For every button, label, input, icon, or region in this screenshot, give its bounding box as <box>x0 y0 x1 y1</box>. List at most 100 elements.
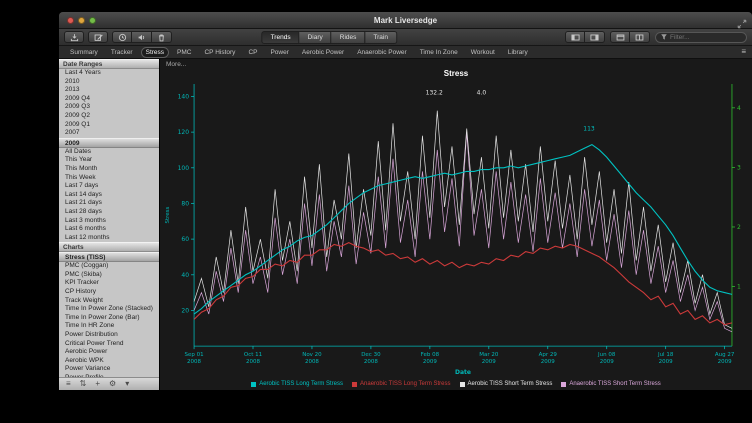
view-tab-rides[interactable]: Rides <box>332 31 366 44</box>
tiled-view-button[interactable] <box>630 31 650 43</box>
more-options-icon[interactable]: ▾ <box>125 380 129 388</box>
tab-power[interactable]: Power <box>265 47 293 58</box>
sidebar-item-aerobic-power[interactable]: Aerobic Power <box>59 348 159 357</box>
svg-text:40: 40 <box>181 272 189 279</box>
sidebar-item-2009-q3[interactable]: 2009 Q3 <box>59 103 159 112</box>
sidebar-item-power-distribution[interactable]: Power Distribution <box>59 331 159 340</box>
tab-summary[interactable]: Summary <box>65 47 103 58</box>
trash-icon <box>157 33 166 42</box>
tab-workout[interactable]: Workout <box>466 47 500 58</box>
minimize-button[interactable] <box>78 17 85 24</box>
chart-title: Stress <box>160 69 752 80</box>
fullscreen-icon[interactable] <box>737 16 747 26</box>
more-button[interactable]: More... <box>166 61 186 68</box>
sidebar-section-date-ranges[interactable]: Date Ranges <box>59 59 159 69</box>
tab-tracker[interactable]: Tracker <box>106 47 138 58</box>
view-switcher: TrendsDiaryRidesTrain <box>262 31 397 44</box>
clock-icon <box>118 33 127 42</box>
tab-anaerobic-power[interactable]: Anaerobic Power <box>352 47 412 58</box>
filter-field[interactable] <box>655 32 747 43</box>
sidebar-item-time-in-hr-zone[interactable]: Time In HR Zone <box>59 322 159 331</box>
sidebar-item-2007[interactable]: 2007 <box>59 129 159 138</box>
compose-icon <box>94 33 103 42</box>
series-anaerobic-tiss-short-term-stress <box>194 132 732 332</box>
menu-icon[interactable]: ≡ <box>66 380 71 388</box>
chart-legend: Aerobic TISS Long Term Stress Anaerobic T… <box>160 378 752 390</box>
sidebar-item-kpi-tracker[interactable]: KPI Tracker <box>59 279 159 288</box>
sidebar-item-last-21-days[interactable]: Last 21 days <box>59 199 159 208</box>
zoom-button[interactable] <box>89 17 96 24</box>
legend-item-aerobic-tiss-short-term-stress[interactable]: Aerobic TISS Short Term Stress <box>460 381 553 387</box>
sidebar: Date RangesLast 4 Years201020132009 Q420… <box>59 59 160 390</box>
sidebar-item-pmc-skiba[interactable]: PMC (Skiba) <box>59 271 159 280</box>
legend-item-anaerobic-tiss-short-term-stress[interactable]: Anaerobic TISS Short Term Stress <box>561 381 660 387</box>
sidebar-item-last-7-days[interactable]: Last 7 days <box>59 182 159 191</box>
tab-time-in-zone[interactable]: Time In Zone <box>415 47 463 58</box>
sidebar-item-last-14-days[interactable]: Last 14 days <box>59 191 159 200</box>
sidebar-item-last-12-months[interactable]: Last 12 months <box>59 234 159 243</box>
history-button[interactable] <box>112 31 132 43</box>
series-aerobic-tiss-long-term-stress <box>194 145 732 314</box>
tab-aerobic-power[interactable]: Aerobic Power <box>297 47 349 58</box>
view-tab-trends[interactable]: Trends <box>262 31 300 44</box>
settings-icon[interactable]: ⚙ <box>109 380 116 388</box>
sidebar-item-2009-q1[interactable]: 2009 Q1 <box>59 121 159 130</box>
tab-cp[interactable]: CP <box>243 47 262 58</box>
sidebar-item-last-3-months[interactable]: Last 3 months <box>59 217 159 226</box>
tab-library[interactable]: Library <box>503 47 533 58</box>
svg-text:Dec 30: Dec 30 <box>361 352 381 358</box>
view-tab-diary[interactable]: Diary <box>300 31 332 44</box>
sidebar-item-2009-q4[interactable]: 2009 Q4 <box>59 95 159 104</box>
title-bar[interactable]: Mark Liversedge <box>59 12 752 29</box>
toggle-left-sidebar-button[interactable] <box>565 31 585 43</box>
svg-text:Jun 08: Jun 08 <box>597 352 616 358</box>
sidebar-item-power-variance[interactable]: Power Variance <box>59 365 159 374</box>
filter-input[interactable] <box>670 34 742 41</box>
sidebar-item-time-in-power-zone-stacked[interactable]: Time In Power Zone (Stacked) <box>59 305 159 314</box>
sidebar-item-all-dates[interactable]: All Dates <box>59 148 159 157</box>
chart-menu-icon[interactable]: ≡ <box>741 48 746 56</box>
legend-item-aerobic-tiss-long-term-stress[interactable]: Aerobic TISS Long Term Stress <box>251 381 343 387</box>
tab-cp-history[interactable]: CP History <box>199 47 240 58</box>
svg-text:2009: 2009 <box>659 359 674 365</box>
svg-text:2009: 2009 <box>423 359 438 365</box>
view-tab-train[interactable]: Train <box>365 31 397 44</box>
tab-stress[interactable]: Stress <box>141 47 169 58</box>
toggle-right-sidebar-button[interactable] <box>585 31 605 43</box>
sidebar-item-aerobic-wpk[interactable]: Aerobic WPK <box>59 357 159 366</box>
tab-pmc[interactable]: PMC <box>172 47 196 58</box>
stress-chart-canvas[interactable]: 204060801001201401234Sep 012008Oct 11200… <box>160 80 752 378</box>
sidebar-item-this-month[interactable]: This Month <box>59 165 159 174</box>
legend-label: Aerobic TISS Long Term Stress <box>259 381 343 387</box>
add-chart-icon[interactable]: + <box>95 380 100 388</box>
tabbed-view-button[interactable] <box>610 31 630 43</box>
svg-text:Mar 20: Mar 20 <box>479 352 499 358</box>
sidebar-section-charts[interactable]: Charts <box>59 242 159 252</box>
audio-button[interactable] <box>132 31 152 43</box>
annotation-4-0: 4.0 <box>477 90 487 97</box>
sidebar-item-2013[interactable]: 2013 <box>59 86 159 95</box>
desktop: Mark Liversedge TrendsDiaryRidesTrain Su… <box>0 0 752 423</box>
close-button[interactable] <box>67 17 74 24</box>
sidebar-item-time-in-power-zone-bar[interactable]: Time In Power Zone (Bar) <box>59 314 159 323</box>
sidebar-item-last-6-months[interactable]: Last 6 months <box>59 225 159 234</box>
sidebar-item-this-week[interactable]: This Week <box>59 174 159 183</box>
delete-button[interactable] <box>152 31 172 43</box>
sidebar-item-pmc-coggan[interactable]: PMC (Coggan) <box>59 262 159 271</box>
sidebar-item-2010[interactable]: 2010 <box>59 78 159 87</box>
sidebar-item-last-4-years[interactable]: Last 4 Years <box>59 69 159 78</box>
sort-icon[interactable]: ⇅ <box>80 380 87 388</box>
sidebar-item-this-year[interactable]: This Year <box>59 156 159 165</box>
y-axis-label: Stress <box>165 207 171 224</box>
legend-item-anaerobic-tiss-long-term-stress[interactable]: Anaerobic TISS Long Term Stress <box>352 381 451 387</box>
sidebar-item-last-28-days[interactable]: Last 28 days <box>59 208 159 217</box>
sidebar-item-2009[interactable]: 2009 <box>59 138 159 148</box>
sidebar-item-stress-tiss[interactable]: Stress (TISS) <box>59 252 159 262</box>
sidebar-item-2009-q2[interactable]: 2009 Q2 <box>59 112 159 121</box>
sidebar-item-track-weight[interactable]: Track Weight <box>59 297 159 306</box>
compose-button[interactable] <box>88 31 108 43</box>
annotation-132-2: 132.2 <box>426 90 443 97</box>
sidebar-item-critical-power-trend[interactable]: Critical Power Trend <box>59 340 159 349</box>
import-button[interactable] <box>64 31 84 43</box>
sidebar-item-cp-history[interactable]: CP History <box>59 288 159 297</box>
